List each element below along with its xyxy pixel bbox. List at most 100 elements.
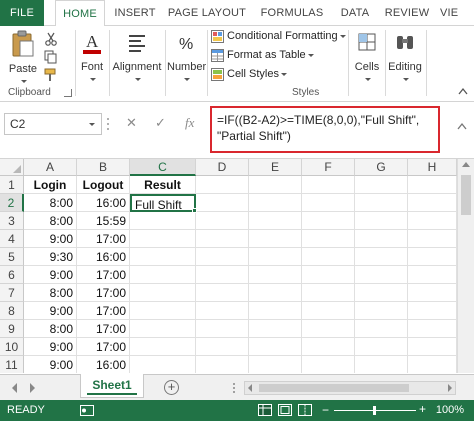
cell-e9[interactable] xyxy=(249,320,302,338)
cell-h7[interactable] xyxy=(408,284,457,302)
cell-a10[interactable]: 9:00 xyxy=(24,338,77,356)
cell-a8[interactable]: 9:00 xyxy=(24,302,77,320)
cell-f11[interactable] xyxy=(302,356,355,373)
cell-b8[interactable]: 17:00 xyxy=(77,302,130,320)
zoom-out-icon[interactable]: − xyxy=(322,404,329,416)
tab-page-layout[interactable]: PAGE LAYOUT xyxy=(166,0,248,26)
column-header-h[interactable]: H xyxy=(408,159,457,176)
column-header-d[interactable]: D xyxy=(196,159,249,176)
cell-h10[interactable] xyxy=(408,338,457,356)
collapse-ribbon-icon[interactable] xyxy=(458,87,468,95)
cell-b2[interactable]: 16:00 xyxy=(77,194,130,212)
cell-f2[interactable] xyxy=(302,194,355,212)
horizontal-scroll-thumb[interactable] xyxy=(259,384,409,392)
cell-f6[interactable] xyxy=(302,266,355,284)
cancel-icon[interactable]: ✕ xyxy=(126,115,137,131)
conditional-formatting-button[interactable]: Conditional Formatting xyxy=(211,27,346,45)
row-header-8[interactable]: 8 xyxy=(0,302,24,320)
row-header-6[interactable]: 6 xyxy=(0,266,24,284)
cell-h11[interactable] xyxy=(408,356,457,373)
cell-b10[interactable]: 17:00 xyxy=(77,338,130,356)
row-header-5[interactable]: 5 xyxy=(0,248,24,266)
vertical-scrollbar[interactable] xyxy=(457,159,474,373)
cell-h8[interactable] xyxy=(408,302,457,320)
cell-a3[interactable]: 8:00 xyxy=(24,212,77,230)
select-all-button[interactable] xyxy=(0,159,24,176)
cell-g3[interactable] xyxy=(355,212,408,230)
cell-e11[interactable] xyxy=(249,356,302,373)
tab-data[interactable]: DATA xyxy=(336,0,374,26)
tab-view[interactable]: VIE xyxy=(440,0,474,26)
cell-a6[interactable]: 9:00 xyxy=(24,266,77,284)
cell-g8[interactable] xyxy=(355,302,408,320)
tab-formulas[interactable]: FORMULAS xyxy=(256,0,328,26)
cut-icon[interactable] xyxy=(44,32,58,46)
cell-d7[interactable] xyxy=(196,284,249,302)
cell-e5[interactable] xyxy=(249,248,302,266)
header-cell-b1[interactable]: Logout xyxy=(77,176,130,194)
cell-e3[interactable] xyxy=(249,212,302,230)
cell-styles-button[interactable]: Cell Styles xyxy=(211,65,287,83)
header-cell-d1[interactable] xyxy=(196,176,249,194)
cell-c9[interactable] xyxy=(130,320,196,338)
cell-c8[interactable] xyxy=(130,302,196,320)
cell-d2[interactable] xyxy=(196,194,249,212)
cell-b4[interactable]: 17:00 xyxy=(77,230,130,248)
cell-h2[interactable] xyxy=(408,194,457,212)
number-button[interactable]: % Number xyxy=(167,30,206,85)
header-cell-f1[interactable] xyxy=(302,176,355,194)
row-header-3[interactable]: 3 xyxy=(0,212,24,230)
cell-c11[interactable] xyxy=(130,356,196,373)
cell-c10[interactable] xyxy=(130,338,196,356)
column-header-c[interactable]: C xyxy=(130,159,196,176)
cell-a5[interactable]: 9:30 xyxy=(24,248,77,266)
paste-button[interactable]: Paste xyxy=(6,30,40,87)
insert-function-icon[interactable]: fx xyxy=(185,115,194,131)
cell-d5[interactable] xyxy=(196,248,249,266)
zoom-slider[interactable] xyxy=(334,406,416,415)
cell-f7[interactable] xyxy=(302,284,355,302)
zoom-in-icon[interactable]: + xyxy=(419,403,426,415)
cell-b11[interactable]: 16:00 xyxy=(77,356,130,373)
row-header-9[interactable]: 9 xyxy=(0,320,24,338)
cell-b5[interactable]: 16:00 xyxy=(77,248,130,266)
row-header-7[interactable]: 7 xyxy=(0,284,24,302)
column-header-e[interactable]: E xyxy=(249,159,302,176)
page-break-view-icon[interactable] xyxy=(298,404,312,416)
cell-e2[interactable] xyxy=(249,194,302,212)
header-cell-e1[interactable] xyxy=(249,176,302,194)
enter-icon[interactable]: ✓ xyxy=(155,115,166,131)
cell-a7[interactable]: 8:00 xyxy=(24,284,77,302)
cell-a4[interactable]: 9:00 xyxy=(24,230,77,248)
cell-c3[interactable] xyxy=(130,212,196,230)
scroll-thumb[interactable] xyxy=(461,175,471,215)
cell-g4[interactable] xyxy=(355,230,408,248)
cell-e7[interactable] xyxy=(249,284,302,302)
collapse-formula-bar-icon[interactable] xyxy=(457,122,467,130)
cell-d6[interactable] xyxy=(196,266,249,284)
cell-g2[interactable] xyxy=(355,194,408,212)
cell-d3[interactable] xyxy=(196,212,249,230)
cell-f9[interactable] xyxy=(302,320,355,338)
cell-f3[interactable] xyxy=(302,212,355,230)
cell-g7[interactable] xyxy=(355,284,408,302)
row-header-1[interactable]: 1 xyxy=(0,176,24,194)
zoom-level[interactable]: 100% xyxy=(436,404,464,416)
cell-h4[interactable] xyxy=(408,230,457,248)
row-header-11[interactable]: 11 xyxy=(0,356,24,373)
page-layout-view-icon[interactable] xyxy=(278,404,292,416)
format-painter-icon[interactable] xyxy=(44,68,58,82)
cell-d9[interactable] xyxy=(196,320,249,338)
header-cell-h1[interactable] xyxy=(408,176,457,194)
cell-e4[interactable] xyxy=(249,230,302,248)
column-header-g[interactable]: G xyxy=(355,159,408,176)
cell-e6[interactable] xyxy=(249,266,302,284)
cell-c6[interactable] xyxy=(130,266,196,284)
formula-input[interactable]: =IF((B2-A2)>=TIME(8,0,0),"Full Shift", "… xyxy=(210,106,440,153)
tab-review[interactable]: REVIEW xyxy=(382,0,432,26)
zoom-slider-thumb[interactable] xyxy=(373,406,376,415)
cell-b7[interactable]: 17:00 xyxy=(77,284,130,302)
cell-e8[interactable] xyxy=(249,302,302,320)
column-header-b[interactable]: B xyxy=(77,159,130,176)
cell-b3[interactable]: 15:59 xyxy=(77,212,130,230)
